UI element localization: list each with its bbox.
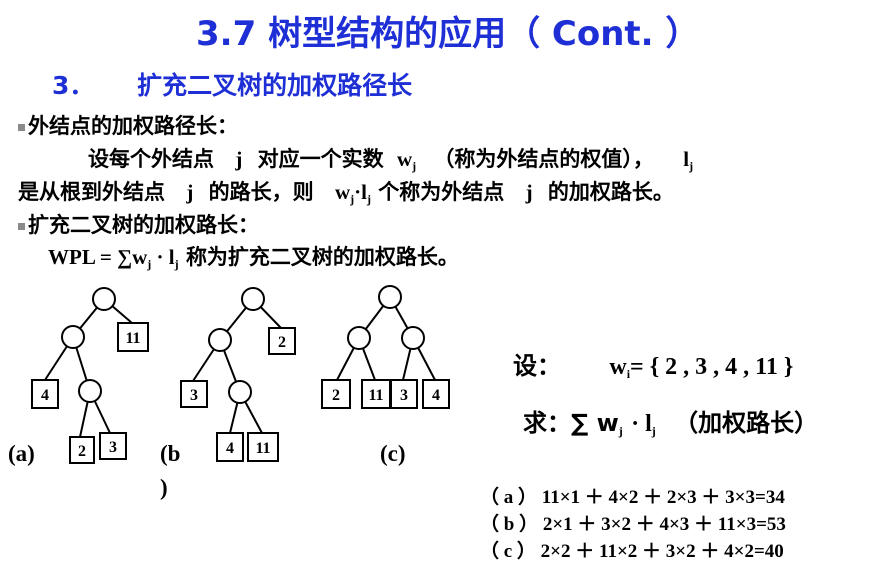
leaf-value: 2 [78,443,86,460]
ask-l: · l [631,411,652,437]
tree-b-internal-node [228,380,252,404]
tree-c-internal-node [401,326,425,350]
given-weights: 设： wi= { 2 , 3 , 4 , 11 } [513,346,793,382]
tree-b-label: (b [160,441,181,466]
given-set: = { 2 , 3 , 4 , 11 } [630,354,794,380]
ask-prefix: 求：∑ w [523,409,619,437]
tree-a [31,287,149,464]
tree-c-root-node [378,285,402,309]
leaf-value: 2 [332,387,340,404]
ask-tail: （加权路长） [674,409,819,437]
tree-a-internal-node [61,325,85,349]
trees-diagram: 11 4 2 3 2 3 4 11 2 11 3 4 [31,285,450,464]
leaf-value: 2 [278,334,286,351]
tree-b [180,287,296,462]
leaf-value: 11 [125,330,140,347]
tree-a-root-node [92,287,116,311]
leaf-value: 11 [255,440,270,457]
given-prefix: 设： [513,352,561,380]
result-c: （ c ） 2×2 ＋ 11×2 ＋ 3×2 ＋ 4×2=40 [480,541,784,562]
tree-a-label: (a) [8,441,35,466]
tree-c-label: (c) [380,441,406,466]
leaf-value: 4 [432,387,440,404]
result-b: （ b ） 2×1 ＋ 3×2 ＋ 4×3 ＋ 11×3=53 [480,514,786,535]
ask-w-sub: j [618,424,623,438]
result-a: （ a ） 11×1 ＋ 4×2 ＋ 2×3 ＋ 3×3=34 [480,487,785,508]
ask-l-sub: j [651,424,656,438]
leaf-value: 3 [400,387,408,404]
ask-expression: 求：∑ wj · lj （加权路长） [523,403,818,439]
tree-b-label-close: ) [160,475,168,500]
leaf-value: 4 [41,387,49,404]
tree-c [321,285,450,409]
given-w: w [609,354,627,380]
leaf-value: 3 [190,387,198,404]
tree-b-internal-node [208,328,232,352]
leaf-value: 3 [109,439,117,456]
leaf-value: 4 [226,440,234,457]
tree-c-internal-node [347,326,371,350]
tree-b-root-node [241,287,265,311]
leaf-value: 11 [368,387,383,404]
tree-a-internal-node [78,379,102,403]
